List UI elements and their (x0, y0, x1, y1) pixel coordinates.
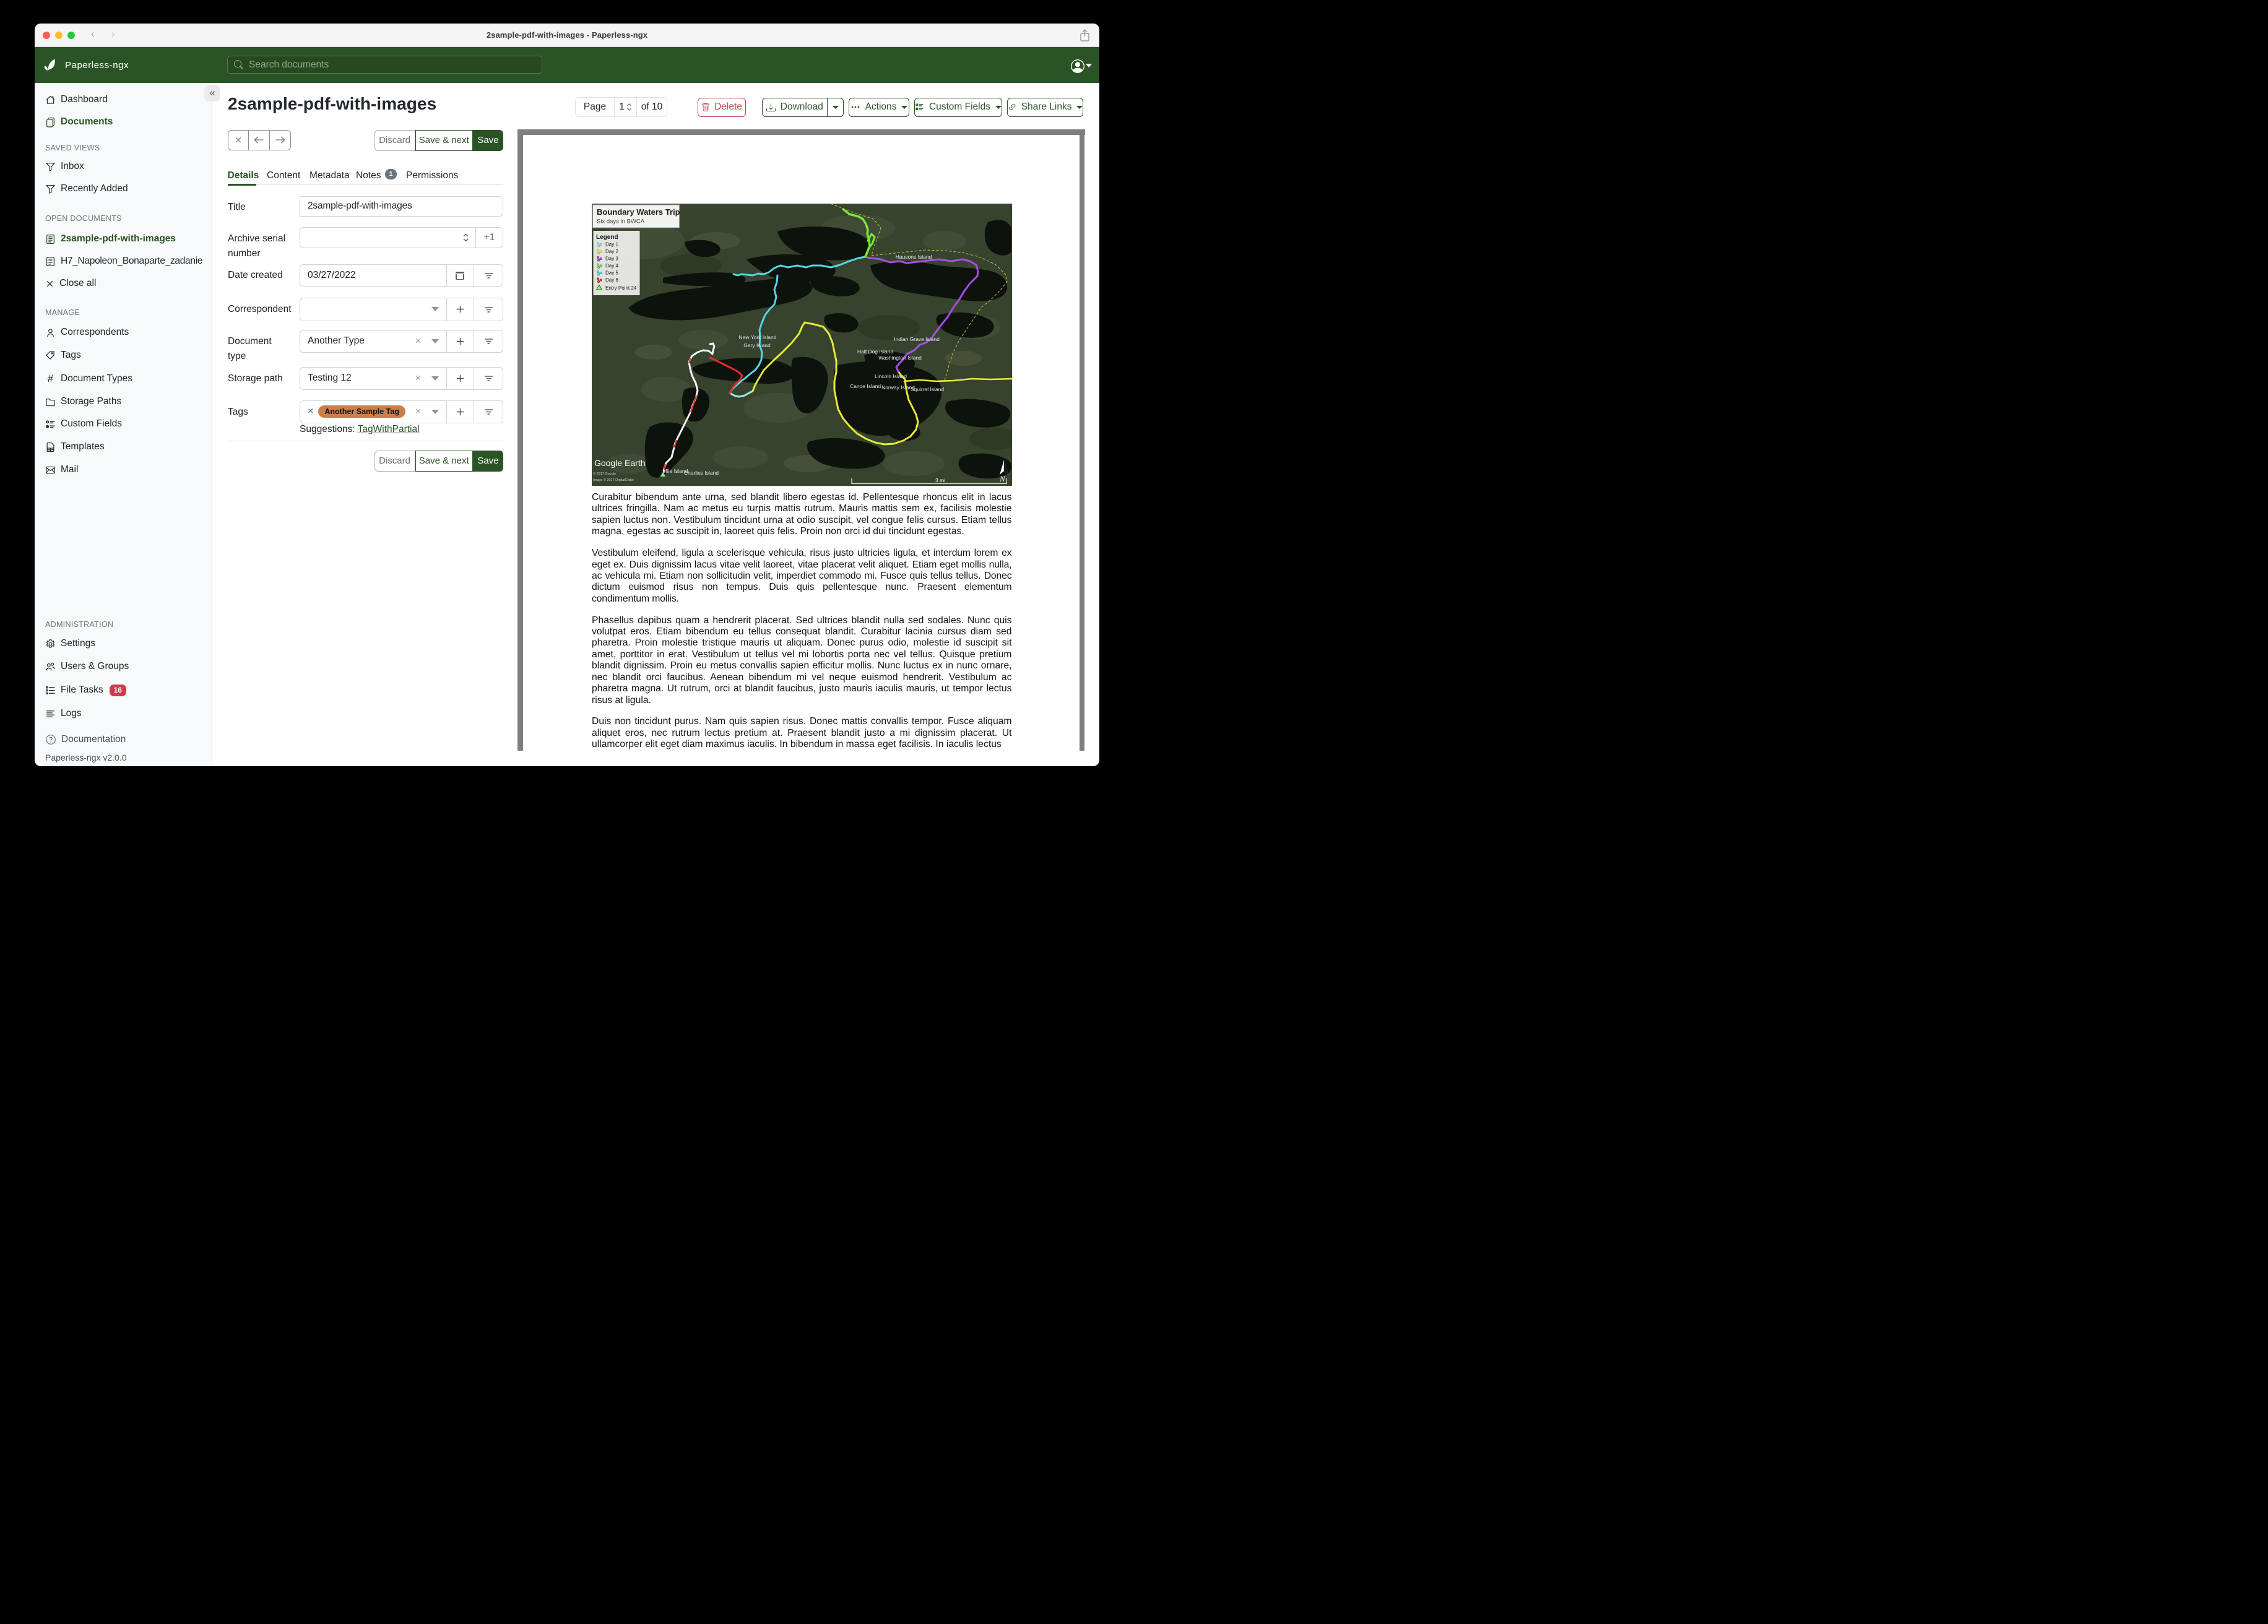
svg-text:Squirrel Island: Squirrel Island (910, 386, 944, 392)
svg-text:Hausons Island: Hausons Island (895, 254, 932, 260)
svg-text:Half Dog Island: Half Dog Island (857, 348, 893, 355)
svg-text:Charlies Island: Charlies Island (683, 470, 718, 476)
svg-text:N: N (999, 474, 1006, 483)
svg-text:Day 1: Day 1 (605, 241, 618, 247)
svg-text:Day 3: Day 3 (605, 256, 618, 261)
svg-text:Gary Island: Gary Island (743, 342, 771, 348)
svg-text:Lincoln Island: Lincoln Island (875, 373, 907, 379)
svg-text:Six days in BWCA: Six days in BWCA (597, 218, 645, 225)
svg-text:Indian Grave Island: Indian Grave Island (894, 336, 940, 342)
svg-text:Google Earth: Google Earth (594, 458, 646, 468)
svg-text:© 2017 Google: © 2017 Google (593, 472, 616, 476)
svg-text:3 mi: 3 mi (935, 477, 945, 483)
svg-text:Canoe Island: Canoe Island (849, 383, 880, 389)
svg-text:Day 4: Day 4 (605, 263, 618, 269)
svg-text:Day 6: Day 6 (605, 277, 618, 283)
svg-text:Day 5: Day 5 (605, 270, 618, 275)
svg-text:Day 2: Day 2 (605, 249, 618, 254)
svg-text:Image © 2017 DigitalGlobe: Image © 2017 DigitalGlobe (593, 478, 634, 482)
svg-text:Washington Island: Washington Island (878, 355, 922, 361)
svg-text:New York Island: New York Island (738, 334, 776, 340)
svg-text:Text: Text (795, 373, 809, 381)
svg-text:Boundary Waters Trip: Boundary Waters Trip (597, 207, 680, 217)
svg-text:Entry Point 24: Entry Point 24 (605, 285, 637, 291)
svg-text:Legend: Legend (596, 234, 618, 241)
